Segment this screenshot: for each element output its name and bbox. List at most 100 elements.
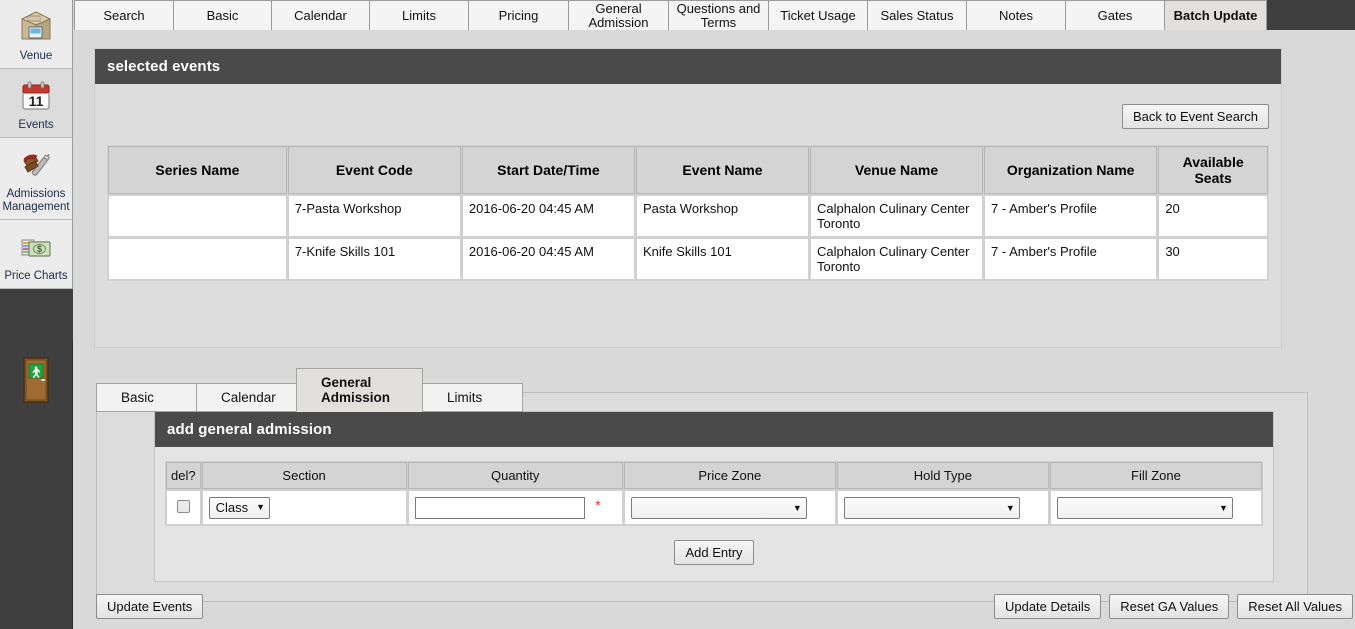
- tab-limits[interactable]: Limits: [369, 0, 469, 30]
- column-fill-zone: Fill Zone: [1049, 462, 1262, 489]
- column-start-datetime: Start Date/Time: [461, 146, 635, 194]
- sidebar-item-label: Venue: [19, 50, 53, 62]
- cell-venue-name: Calphalon Culinary Center Toronto: [810, 195, 984, 237]
- sidebar-item-label: Admissions Management: [2, 188, 70, 213]
- tab-questions-and-terms[interactable]: Questions and Terms: [668, 0, 769, 30]
- delete-row-checkbox[interactable]: [176, 499, 190, 513]
- cell-price-zone: ▼: [623, 490, 836, 525]
- cell-series-name: [108, 195, 287, 237]
- tab-gates[interactable]: Gates: [1065, 0, 1165, 30]
- column-organization-name: Organization Name: [984, 146, 1158, 194]
- inner-tab-basic[interactable]: Basic: [96, 383, 197, 412]
- tab-sales-status[interactable]: Sales Status: [867, 0, 967, 30]
- tab-batch-update[interactable]: Batch Update: [1164, 0, 1267, 30]
- cell-available-seats: 20: [1158, 195, 1268, 237]
- sidebar-bottom-area: [0, 340, 73, 629]
- table-row[interactable]: 7-Knife Skills 101 2016-06-20 04:45 AM K…: [108, 238, 1268, 280]
- inner-tab-limits[interactable]: Limits: [422, 383, 523, 412]
- column-venue-name: Venue Name: [810, 146, 984, 194]
- update-events-button[interactable]: Update Events: [96, 594, 204, 619]
- column-hold-type: Hold Type: [836, 462, 1049, 489]
- chevron-down-icon: ▼: [792, 502, 802, 513]
- cell-start-datetime: 2016-06-20 04:45 AM: [461, 238, 635, 280]
- cell-fill-zone: ▼: [1049, 490, 1262, 525]
- add-general-admission-header: add general admission: [155, 412, 1273, 447]
- column-del: del?: [166, 462, 201, 489]
- svg-text:$: $: [37, 244, 42, 254]
- hold-type-select[interactable]: ▼: [843, 497, 1020, 519]
- footer-right-buttons: Update Details Reset GA Values Reset All…: [993, 594, 1353, 619]
- chevron-down-icon: ▼: [256, 502, 266, 512]
- content-area: selected events Back to Event Search Ser…: [74, 30, 1355, 629]
- section-select[interactable]: Class ▼: [208, 496, 271, 519]
- add-general-admission-panel: add general admission del? Section Quant…: [154, 411, 1274, 582]
- column-price-zone: Price Zone: [623, 462, 836, 489]
- calendar-icon: 11: [2, 75, 70, 117]
- sidebar-item-price-charts[interactable]: $ Price Charts: [0, 220, 73, 289]
- left-sidebar: Venue 11 Events Admissions Management $ …: [0, 0, 73, 629]
- add-entry-row: Add Entry: [165, 526, 1263, 569]
- fill-zone-select[interactable]: ▼: [1056, 497, 1233, 519]
- cell-quantity: *: [407, 490, 623, 525]
- quantity-required-asterisk: *: [595, 496, 601, 513]
- sidebar-item-venue[interactable]: Venue: [0, 0, 73, 69]
- tab-ticket-usage[interactable]: Ticket Usage: [768, 0, 868, 30]
- inner-tab-calendar[interactable]: Calendar: [196, 383, 297, 412]
- exit-door-icon: [23, 357, 49, 403]
- update-details-button[interactable]: Update Details: [993, 594, 1102, 619]
- tab-notes[interactable]: Notes: [966, 0, 1066, 30]
- cell-hold-type: ▼: [836, 490, 1049, 525]
- table-header-row: Series Name Event Code Start Date/Time E…: [108, 146, 1268, 194]
- cell-event-name: Knife Skills 101: [635, 238, 809, 280]
- cell-section: Class ▼: [201, 490, 407, 525]
- tab-pricing[interactable]: Pricing: [468, 0, 569, 30]
- column-section: Section: [201, 462, 407, 489]
- tab-search[interactable]: Search: [74, 0, 174, 30]
- sidebar-item-events[interactable]: 11 Events: [0, 69, 73, 138]
- column-available-seats: Available Seats: [1158, 146, 1268, 194]
- cell-series-name: [108, 238, 287, 280]
- selected-events-panel: selected events Back to Event Search Ser…: [94, 48, 1282, 348]
- cell-delete: [166, 490, 201, 525]
- app-root: Venue 11 Events Admissions Management $ …: [0, 0, 1355, 629]
- chevron-down-icon: ▼: [1005, 502, 1015, 513]
- selected-events-header: selected events: [95, 49, 1281, 84]
- venue-building-icon: [2, 6, 70, 48]
- chevron-down-icon: ▼: [1218, 502, 1228, 513]
- selected-events-table: Series Name Event Code Start Date/Time E…: [107, 145, 1269, 281]
- sidebar-item-admissions-management[interactable]: Admissions Management: [0, 138, 73, 220]
- column-quantity: Quantity: [407, 462, 623, 489]
- selected-events-table-wrap: Series Name Event Code Start Date/Time E…: [107, 145, 1269, 281]
- cell-event-code: 7-Knife Skills 101: [287, 238, 461, 280]
- inner-tab-general-admission[interactable]: General Admission: [296, 368, 423, 412]
- price-zone-select[interactable]: ▼: [630, 497, 807, 519]
- ga-header-row: del? Section Quantity Price Zone Hold Ty…: [166, 462, 1262, 489]
- cell-event-name: Pasta Workshop: [635, 195, 809, 237]
- cell-start-datetime: 2016-06-20 04:45 AM: [461, 195, 635, 237]
- section-select-value: Class: [215, 500, 249, 515]
- cell-available-seats: 30: [1158, 238, 1268, 280]
- sidebar-item-label: Price Charts: [4, 270, 68, 282]
- column-event-code: Event Code: [287, 146, 461, 194]
- tab-calendar[interactable]: Calendar: [271, 0, 370, 30]
- reset-all-values-button[interactable]: Reset All Values: [1237, 594, 1353, 619]
- cell-event-code: 7-Pasta Workshop: [287, 195, 461, 237]
- table-row[interactable]: 7-Pasta Workshop 2016-06-20 04:45 AM Pas…: [108, 195, 1268, 237]
- main-pane: Search Basic Calendar Limits Pricing Gen…: [74, 0, 1355, 629]
- tab-basic[interactable]: Basic: [173, 0, 272, 30]
- general-admission-container: add general admission del? Section Quant…: [96, 392, 1308, 602]
- quantity-input[interactable]: [414, 496, 585, 519]
- money-price-icon: $: [2, 226, 70, 268]
- footer-left-buttons: Update Events: [96, 594, 204, 619]
- back-to-event-search-button[interactable]: Back to Event Search: [1121, 104, 1269, 129]
- admissions-tools-icon: [2, 144, 70, 186]
- tab-general-admission[interactable]: General Admission: [568, 0, 669, 30]
- sidebar-item-exit[interactable]: [0, 340, 72, 406]
- add-entry-button[interactable]: Add Entry: [674, 540, 754, 565]
- top-tab-bar: Search Basic Calendar Limits Pricing Gen…: [74, 0, 1355, 30]
- general-admission-table: del? Section Quantity Price Zone Hold Ty…: [165, 461, 1263, 526]
- general-admission-body: del? Section Quantity Price Zone Hold Ty…: [155, 447, 1273, 581]
- reset-ga-values-button[interactable]: Reset GA Values: [1109, 594, 1230, 619]
- column-event-name: Event Name: [635, 146, 809, 194]
- cell-organization-name: 7 - Amber's Profile: [984, 195, 1158, 237]
